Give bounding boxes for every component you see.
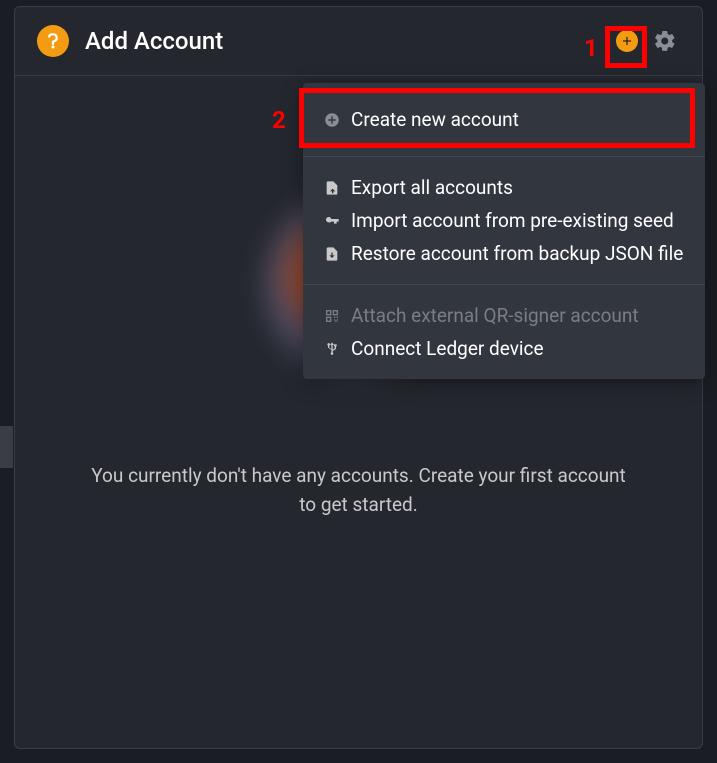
panel-body: You currently don't have any accounts. C… bbox=[15, 76, 702, 742]
menu-item-export-all[interactable]: Export all accounts bbox=[303, 171, 705, 204]
menu-item-import-seed[interactable]: Import account from pre-existing seed bbox=[303, 204, 705, 237]
menu-item-label: Create new account bbox=[351, 108, 519, 131]
usb-icon bbox=[323, 340, 341, 358]
left-edge-stub bbox=[0, 426, 13, 468]
menu-item-label: Export all accounts bbox=[351, 176, 513, 199]
add-account-button[interactable] bbox=[612, 26, 642, 56]
menu-item-label: Connect Ledger device bbox=[351, 337, 544, 360]
menu-item-label: Restore account from backup JSON file bbox=[351, 242, 683, 265]
add-account-menu: Create new account Export all accounts I… bbox=[303, 83, 705, 379]
menu-group-hardware: Attach external QR-signer account Connec… bbox=[303, 285, 705, 379]
menu-group-create: Create new account bbox=[303, 83, 705, 156]
empty-state-text: You currently don't have any accounts. C… bbox=[84, 461, 634, 520]
file-export-icon bbox=[323, 179, 341, 197]
account-panel: Add Account You currently don't have any… bbox=[14, 6, 703, 749]
menu-item-label: Import account from pre-existing seed bbox=[351, 209, 674, 232]
menu-item-attach-qr: Attach external QR-signer account bbox=[303, 299, 705, 332]
polkadot-logo-icon bbox=[37, 25, 69, 57]
settings-button[interactable] bbox=[650, 26, 680, 56]
header-actions bbox=[612, 26, 680, 56]
gear-icon bbox=[653, 29, 677, 53]
plus-circle-icon bbox=[616, 30, 638, 52]
menu-group-import: Export all accounts Import account from … bbox=[303, 157, 705, 284]
file-upload-icon bbox=[323, 245, 341, 263]
plus-circle-outline-icon bbox=[323, 111, 341, 129]
menu-item-label: Attach external QR-signer account bbox=[351, 304, 639, 327]
page-title: Add Account bbox=[85, 27, 612, 55]
menu-item-connect-ledger[interactable]: Connect Ledger device bbox=[303, 332, 705, 365]
menu-item-create[interactable]: Create new account bbox=[303, 87, 705, 152]
qr-icon bbox=[323, 307, 341, 325]
panel-header: Add Account bbox=[15, 7, 702, 76]
key-icon bbox=[323, 212, 341, 230]
menu-item-restore-json[interactable]: Restore account from backup JSON file bbox=[303, 237, 705, 270]
